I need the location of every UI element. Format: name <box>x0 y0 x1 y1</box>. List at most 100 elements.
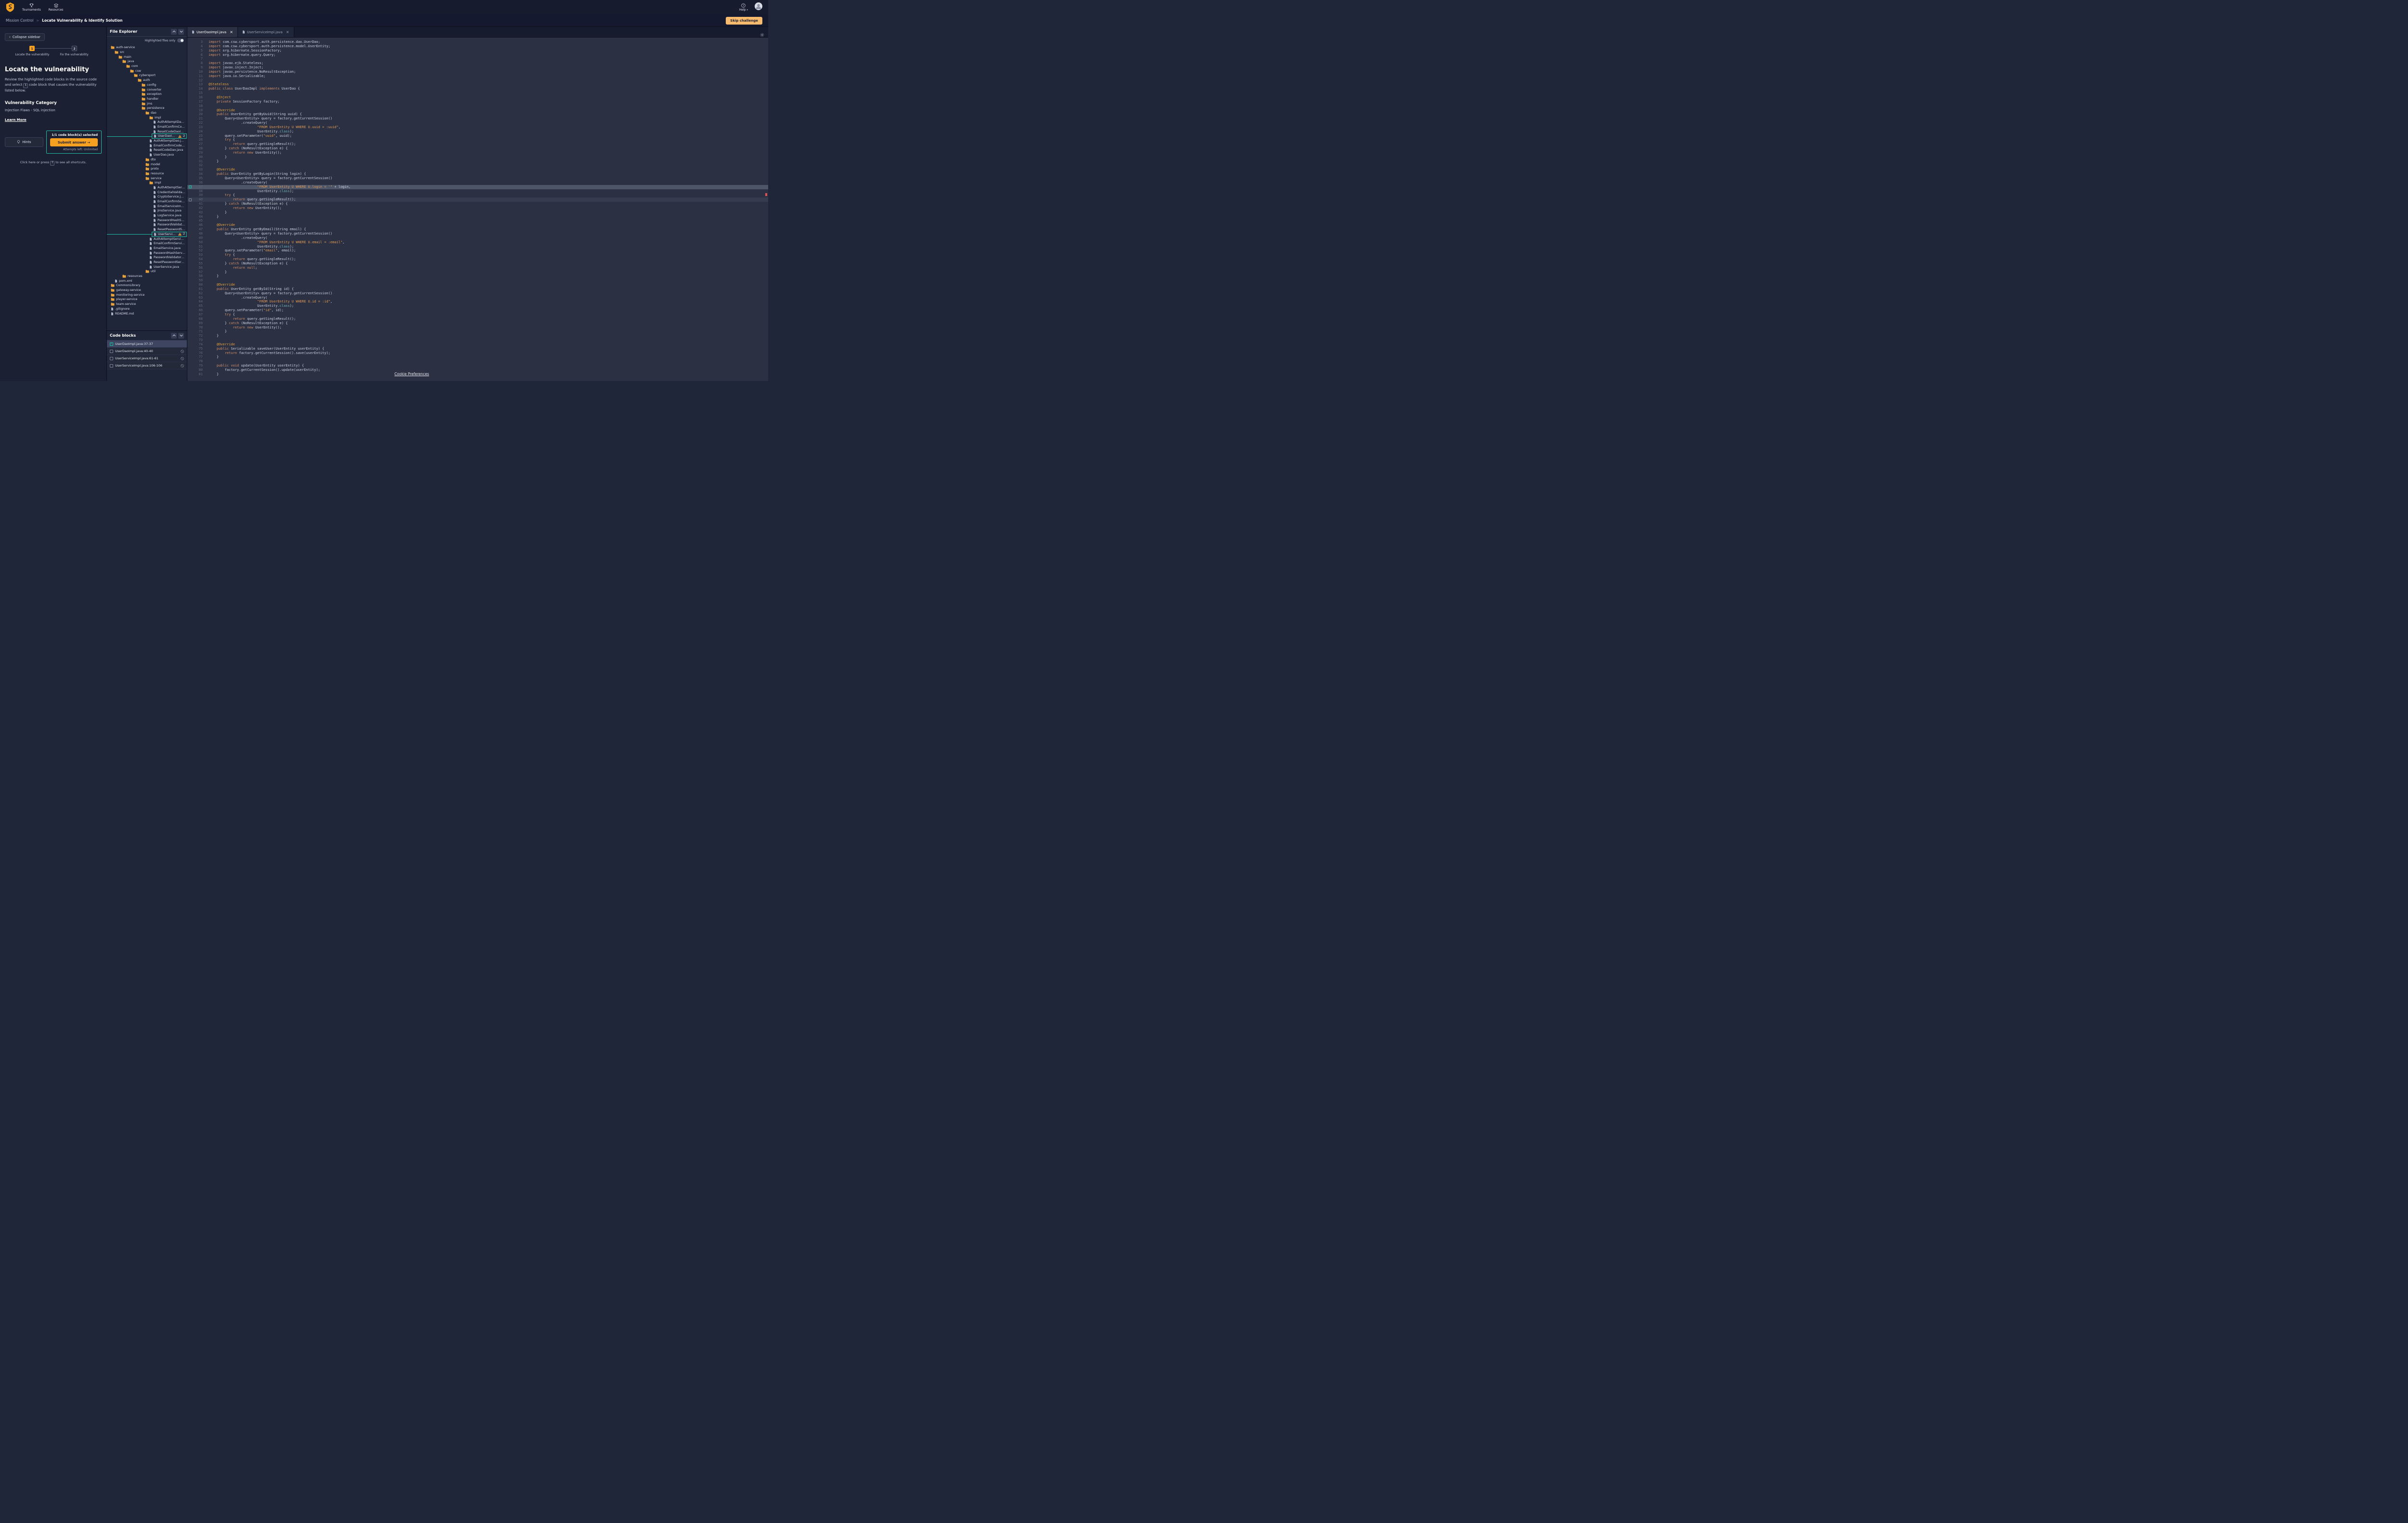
nav-resources[interactable]: Resources <box>49 3 64 12</box>
line-number: 48 <box>193 232 203 236</box>
code-block-checkbox[interactable] <box>110 357 113 360</box>
shortcuts-hint[interactable]: Click here or press ? to see all shortcu… <box>5 160 102 166</box>
tree-folder-src[interactable]: src <box>107 50 187 55</box>
collapse-sidebar-button[interactable]: ‹ Collapse sidebar <box>5 33 45 41</box>
code-block-checkbox[interactable]: ✓ <box>110 342 113 346</box>
tree-folder-exception[interactable]: exception <box>107 92 187 97</box>
cookie-preferences-link[interactable]: Cookie Preferences <box>394 372 429 376</box>
tree-file-authattemptservi[interactable]: AuthAttemptServi… <box>107 185 187 190</box>
tree-folder-gateway-service[interactable]: gateway-service <box>107 288 187 293</box>
tree-folder-commonlibrary[interactable]: CommonLibrary <box>107 283 187 288</box>
skip-challenge-button[interactable]: Skip challenge <box>726 17 762 25</box>
tree-file-authattemptdao[interactable]: AuthAttemptDao… <box>107 120 187 125</box>
next-highlight-button[interactable] <box>178 29 184 35</box>
code-block-item[interactable]: UserServiceImpl.java:61-61 <box>107 355 187 362</box>
close-icon[interactable]: × <box>286 30 289 34</box>
tree-file-resetpasswordservi[interactable]: ResetPasswordServi… <box>107 260 187 265</box>
tree-file-passwordhashservic[interactable]: PasswordHashServic… <box>107 250 187 255</box>
tree-file-passwordhashserv[interactable]: PasswordHashServ… <box>107 218 187 223</box>
line-number: 38 <box>193 189 203 194</box>
tree-folder-impl[interactable]: impl <box>107 181 187 185</box>
highlighted-files-toggle[interactable] <box>177 39 184 42</box>
tree-file-authattemptdao-j[interactable]: AuthAttemptDao.j… <box>107 139 187 144</box>
tree-folder-resources[interactable]: resources <box>107 274 187 279</box>
code-line[interactable]: ✓37 "FROM UserEntity U WHERE U.login = '… <box>187 185 768 189</box>
tree-file-resetcodedao-java[interactable]: ResetCodeDao.java <box>107 148 187 153</box>
tree-folder-service[interactable]: service <box>107 176 187 181</box>
tree-folder-team-service[interactable]: team-service <box>107 302 187 307</box>
tree-file-cryptoservice-ja[interactable]: CryptoService.ja… <box>107 195 187 199</box>
tab-userserviceimpl[interactable]: UserServiceImpl.java × <box>238 27 294 37</box>
tree-folder-csw[interactable]: csw <box>107 68 187 73</box>
step-1-indicator[interactable]: 1 <box>29 46 35 51</box>
tree-folder-com[interactable]: com <box>107 64 187 69</box>
tree-folder-handler[interactable]: handler <box>107 97 187 102</box>
tree-folder-dto[interactable]: dto <box>107 158 187 162</box>
tab-userdaoimpl[interactable]: UserDaoImpl.java × <box>187 27 238 37</box>
tree-file-authattemptservic[interactable]: AuthAttemptServic… <box>107 236 187 241</box>
tree-file-jmsservice-java[interactable]: JmsService.java <box>107 209 187 213</box>
tree-folder-model[interactable]: model <box>107 162 187 167</box>
code-block-checkbox[interactable] <box>189 198 192 201</box>
code-text: public void update(UserEntity userEntity… <box>203 364 304 368</box>
tree-file-userservice[interactable]: UserService…2 <box>107 232 187 237</box>
tree-file-userdaoim[interactable]: UserDaoIm…2 <box>107 134 187 139</box>
tree-file-emailserviceimpl[interactable]: EmailServiceImpl… <box>107 204 187 209</box>
code-block-item[interactable]: UserDaoImpl.java:40-40 <box>107 348 187 355</box>
nav-resources-label: Resources <box>49 8 64 12</box>
brand-logo[interactable] <box>6 2 14 12</box>
tree-folder-impl[interactable]: impl <box>107 115 187 120</box>
tree-folder-player-service[interactable]: player-service <box>107 297 187 302</box>
code-line: 76 return factory.getCurrentSession().sa… <box>187 351 768 355</box>
learn-more-link[interactable]: Learn More <box>5 118 26 122</box>
tree-folder-resource[interactable]: resource <box>107 171 187 176</box>
tree-file-passwordvalidators[interactable]: PasswordValidatorS… <box>107 255 187 260</box>
prev-block-button[interactable] <box>171 333 177 339</box>
tree-folder-config[interactable]: config <box>107 83 187 88</box>
tree-file-emailconfirmco[interactable]: EmailConfirmCo… <box>107 125 187 130</box>
tree-folder-jms[interactable]: jms <box>107 101 187 106</box>
tree-folder-converter[interactable]: converter <box>107 87 187 92</box>
step-2-indicator[interactable]: 2 <box>72 46 77 51</box>
code-block-checkbox[interactable] <box>110 364 113 368</box>
tree-folder-persistence[interactable]: persistence <box>107 106 187 111</box>
tree-folder-util[interactable]: util <box>107 269 187 274</box>
tree-file-emailservice-java[interactable]: EmailService.java <box>107 246 187 251</box>
tree-file-pom-xml[interactable]: pom.xml <box>107 278 187 283</box>
tree-file-userdao-java[interactable]: UserDao.java <box>107 153 187 158</box>
lightbulb-icon <box>17 140 20 144</box>
tree-folder-auth[interactable]: auth <box>107 78 187 83</box>
submit-answer-button[interactable]: Submit answer → <box>50 138 98 146</box>
code-block-checkbox[interactable]: ✓ <box>189 185 192 188</box>
tree-file-passwordvalidato[interactable]: PasswordValidato… <box>107 223 187 227</box>
avatar[interactable] <box>755 2 762 12</box>
prev-highlight-button[interactable] <box>171 29 177 35</box>
nav-tournaments[interactable]: Tournaments <box>22 3 41 12</box>
tree-file-emailconfirmservic[interactable]: EmailConfirmServic… <box>107 241 187 246</box>
tree-file-credentialvalida[interactable]: CredentialValida… <box>107 190 187 195</box>
close-icon[interactable]: × <box>230 30 233 34</box>
tree-folder-monitoring-service[interactable]: monitoring-service <box>107 292 187 297</box>
tree-file-userservice-java[interactable]: UserService.java <box>107 264 187 269</box>
tree-folder-java[interactable]: java <box>107 59 187 64</box>
tree-file-readme-md[interactable]: README.md <box>107 311 187 316</box>
tree-file-emailconfirmcode[interactable]: EmailConfirmCode… <box>107 143 187 148</box>
tree-file-gitignore[interactable]: .gitignore <box>107 307 187 312</box>
tree-folder-proto[interactable]: proto <box>107 167 187 171</box>
tree-folder-cybersport[interactable]: cybersport <box>107 73 187 78</box>
tree-folder-dao[interactable]: dao <box>107 111 187 116</box>
tree-folder-main[interactable]: main <box>107 54 187 59</box>
code-block-item[interactable]: UserServiceImpl.java:106-106 <box>107 362 187 369</box>
code-text: .createQuery( <box>203 296 267 300</box>
tree-file-emailconfirmserv[interactable]: EmailConfirmServ… <box>107 199 187 204</box>
breadcrumb-mission-control[interactable]: Mission Control <box>6 18 33 23</box>
hints-button[interactable]: Hints <box>5 137 43 147</box>
help-menu[interactable]: ? Help ▾ <box>739 3 748 12</box>
tree-file-logservice-java[interactable]: LogService.java <box>107 213 187 218</box>
next-block-button[interactable] <box>178 333 184 339</box>
line-number: 61 <box>193 287 203 291</box>
code-line[interactable]: 40 return query.getSingleResult(); <box>187 197 768 202</box>
code-block-item[interactable]: ✓UserDaoImpl.java:37-37 <box>107 341 187 348</box>
tree-folder-auth-service[interactable]: auth-service <box>107 45 187 50</box>
code-block-checkbox[interactable] <box>110 350 113 353</box>
